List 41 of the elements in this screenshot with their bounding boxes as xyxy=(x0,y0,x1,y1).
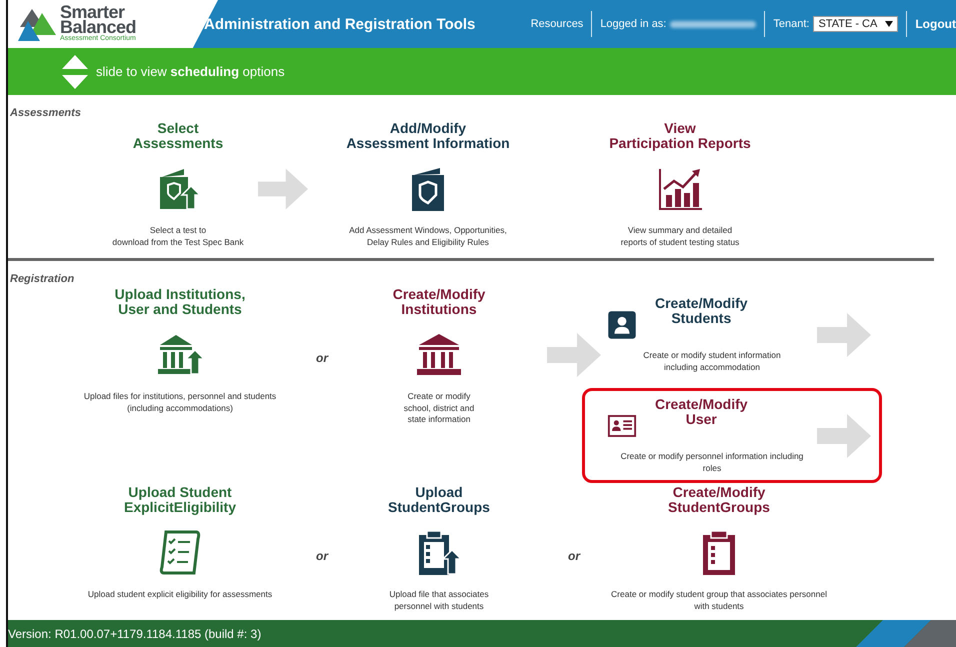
tile-description: Create or modify personnel information including roles xyxy=(620,451,804,474)
logged-in-label: Logged in as: xyxy=(600,18,666,30)
app-title: Administration and Registration Tools xyxy=(204,16,476,32)
tile-description: Create or modify student group that associates personnel with students xyxy=(611,589,827,612)
tile-title[interactable]: Upload Student ExplicitEligibility xyxy=(124,485,236,515)
flow-arrow xyxy=(258,167,308,211)
tenant-select[interactable]: STATE - CA xyxy=(813,16,898,32)
or-label: or xyxy=(315,549,330,563)
tile-title[interactable]: Add/Modify Assessment Information xyxy=(346,121,510,151)
slide-hint: slide to view scheduling options xyxy=(96,64,285,79)
tile-description: Create or modify school, district and state information xyxy=(404,391,474,426)
tile-description: Select a test to download from the Test Spec Bank xyxy=(112,225,244,248)
tile-description: Upload files for institutions, personnel and students (including accommodations) xyxy=(84,391,276,414)
tile-description: Upload student explicit eligibility for assessments xyxy=(88,589,272,600)
tile-title[interactable]: Create/Modify User xyxy=(655,397,748,427)
tile-title[interactable]: Upload StudentGroups xyxy=(388,485,490,515)
tile-title[interactable]: Create/Modify Institutions xyxy=(392,287,486,317)
version-text: Version: R01.00.07+1179.1184.1185 (build #: 3) xyxy=(8,626,262,640)
tile-title[interactable]: Upload Institutions, User and Students xyxy=(114,287,246,317)
resources-link[interactable]: Resources xyxy=(522,11,592,37)
section-title: Registration xyxy=(10,273,74,285)
flow-arrow xyxy=(547,333,601,377)
or-label: or xyxy=(315,351,330,365)
tile-title[interactable]: Create/Modify Students xyxy=(655,296,748,326)
section-title: Assessments xyxy=(10,107,81,119)
or-label: or xyxy=(567,549,582,563)
logo-text: Smarter xyxy=(60,5,125,20)
tile-description: View summary and detailed reports of student testing status xyxy=(620,225,740,248)
triangles-icon xyxy=(18,7,58,41)
logo-text: Balanced xyxy=(60,20,136,35)
tile-description: Create or modify student information including accommodation xyxy=(643,350,781,373)
tile-title[interactable]: View Participation Reports xyxy=(609,121,751,151)
tile-description: Upload file that associates personnel with students xyxy=(389,589,489,612)
logout-link[interactable]: Logout xyxy=(906,11,956,37)
tile-description: Add Assessment Windows, Opportunities, Delay Rules and Eligibility Rules xyxy=(349,225,507,248)
person-badge-icon xyxy=(607,310,637,340)
tile-title[interactable]: Select Assessments xyxy=(132,121,224,151)
caret-icon xyxy=(885,21,894,27)
up-down-icon[interactable] xyxy=(62,54,88,88)
tenant-label: Tenant: xyxy=(773,18,810,30)
tile-title[interactable]: Create/Modify StudentGroups xyxy=(668,485,770,515)
